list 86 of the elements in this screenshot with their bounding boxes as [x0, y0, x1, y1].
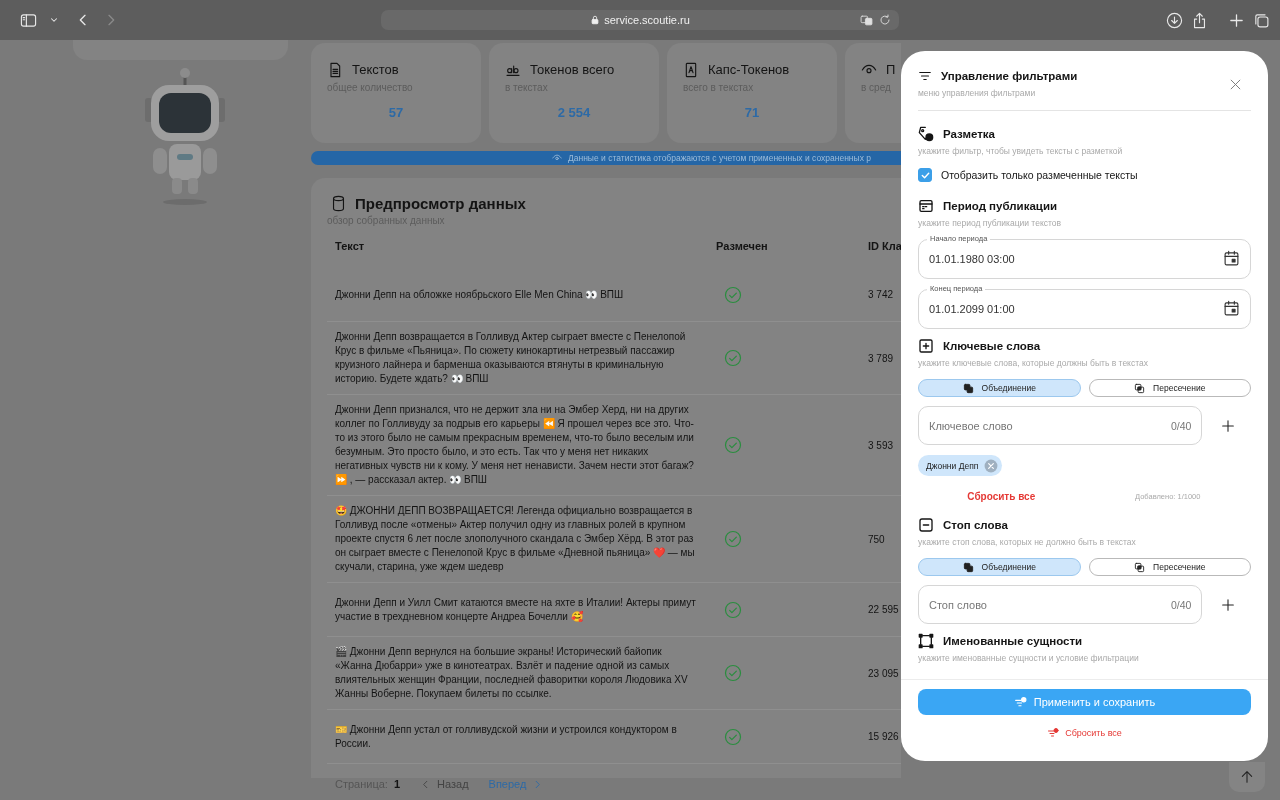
add-button[interactable] [1220, 417, 1236, 434]
url-text: service.scoutie.ru [604, 14, 690, 26]
banner-text: Данные и статистика отображаются с учетом примененных и сохраненных р [568, 153, 871, 163]
column-header: Размечен [715, 239, 769, 254]
table-cell: 23 095 [868, 667, 899, 679]
minus-square-icon [918, 517, 934, 533]
database-icon [330, 194, 347, 212]
checkbox-label: Отобразить только размеченные тексты [941, 169, 1138, 181]
section-subtitle: укажите именованные сущности и условие фильтрации [918, 653, 1140, 664]
reset-all-button[interactable]: Сбросить все [1047, 727, 1122, 739]
table-cell-text: Джонни Депп на обложке ноябрьского Elle Men China 👀 ВПШ [334, 287, 625, 302]
translate-icon[interactable] [860, 13, 873, 27]
table-cell-text: 🎬 Джонни Депп вернулся на большие экраны! Исторический байопик «Жанна Дюбарри» уже в кинотеатрах. Взлёт и падение одной из самых влиятельных женщин Франции, последней фаворитки короля Людовика XV Жанны Воберне. Покупаем билеты по ссылке. [334, 645, 689, 701]
stat-value: 71 [743, 105, 761, 120]
table-cell-text: 🤩 ДЖОННИ ДЕПП ВОЗВРАЩАЕТСЯ! Легенда официально возвращается в Голливуд после «отмены» Актер получил одну из главных ролей в крупном проекте спустя 6 лет после злополучного скандала с Эмбер Хёрд. В этот раз он сыграет вместе с Пенелопой Крус в фильме «Дневной пьяница» ❤ — мы скучали, старина, уже ждем шедевр [334, 504, 696, 574]
table-cell: 3 742 [868, 289, 894, 300]
character-counter: 0/40 [1171, 599, 1192, 611]
plus-icon [1220, 417, 1236, 434]
table-cell: 3 789 [868, 352, 894, 364]
stat-title: П [886, 62, 896, 78]
plus-icon[interactable] [1228, 11, 1245, 29]
section-title: Разметка [943, 128, 996, 140]
table-cell: 750 [868, 533, 885, 545]
mode-toggle[interactable]: Пересечение [1088, 379, 1251, 397]
download-icon[interactable] [1166, 11, 1183, 29]
intersecting-squares-icon [1134, 382, 1146, 394]
table-cell-text: Джонни Депп и Уилл Смит катаются вместе на яхте в Италии! Актеры примут участие в трехдневном концерте Андреа Бочелли 🥰 [334, 595, 697, 624]
selection-square-icon [918, 633, 934, 649]
table-cell-text: 🎫 Джонни Депп устал от голливудской жизни и устроился кондуктором в России. [334, 722, 678, 751]
page-number: 1 [393, 778, 401, 790]
add-button[interactable] [1220, 596, 1236, 613]
stat-value: 2 554 [556, 105, 592, 120]
section-title: Именованные сущности [943, 635, 1083, 647]
section-subtitle: укажите ключевые слова, которые должны быть в текстах [918, 358, 1149, 369]
section-subtitle: укажите фильтр, чтобы увидеть тексты с разметкой [918, 146, 1124, 157]
lock-icon [590, 15, 601, 25]
mode-toggle[interactable]: Объединение [918, 379, 1081, 397]
eye-icon [552, 153, 562, 163]
checkbox[interactable] [918, 168, 932, 182]
arrow-up-icon [1239, 769, 1255, 785]
mode-toggle[interactable]: Объединение [918, 558, 1081, 576]
scroll-top-button[interactable] [1229, 762, 1265, 792]
section-subtitle: укажите стоп слова, которых не должно быть в текстах [918, 537, 1137, 548]
section-title: Период публикации [943, 200, 1058, 212]
address-bar[interactable]: service.scoutie.ru [381, 10, 899, 30]
calendar-icon[interactable] [1223, 250, 1240, 267]
reload-icon[interactable] [879, 13, 891, 26]
calendar-icon[interactable] [1223, 300, 1240, 317]
tabs-icon[interactable] [1253, 11, 1270, 29]
letter-card-icon [683, 62, 699, 78]
keyword-chip[interactable]: Джонни Депп [918, 455, 1003, 476]
character-counter: 0/40 [1171, 420, 1192, 432]
section-title: Стоп слова [943, 519, 1008, 531]
mode-toggle[interactable]: Пересечение [1088, 558, 1251, 576]
table-cell: 3 593 [868, 439, 894, 451]
stat-title: Токенов всего [530, 62, 615, 78]
overlapping-squares-icon [962, 561, 974, 573]
document-icon [327, 62, 343, 78]
table-cell: 22 595 [868, 604, 899, 615]
tag-icon [918, 126, 934, 142]
sidebar-icon [20, 11, 37, 29]
filter-icon [1047, 727, 1060, 739]
remove-icon[interactable] [984, 458, 999, 473]
section-subtitle: укажите период публикации текстов [918, 218, 1062, 229]
caret-icon [49, 15, 59, 25]
stat-value: 57 [387, 105, 405, 120]
calendar-icon [918, 198, 934, 214]
stat-title: Текстов [352, 62, 399, 78]
plus-square-icon [918, 338, 934, 354]
section-title: Ключевые слова [943, 340, 1041, 352]
overlapping-squares-icon [962, 382, 974, 394]
filter-icon [1013, 695, 1027, 709]
table-cell: 15 926 [868, 731, 899, 742]
share-icon[interactable] [1191, 11, 1208, 29]
intersecting-squares-icon [1134, 561, 1146, 573]
reset-link[interactable]: Сбросить все [967, 490, 1036, 502]
panel-title: Управление фильтрами [941, 70, 1078, 82]
card-title: Предпросмотр данных [355, 194, 526, 212]
underlined-letters-icon [505, 62, 521, 78]
column-header: Текст [334, 239, 366, 254]
stat-title: Капс-Токенов [708, 62, 790, 78]
panel-subtitle: меню управления фильтрами [918, 88, 1037, 99]
table-cell-text: Джонни Депп признался, что не держит зла ни на Эмбер Херд, ни на других коллег по Голливуду за подрыв его карьеры ⏪ Я прошел через все это. Что-то из этого было не самым прекрасным временем, что-то было веселым или безумным. Это просто было, и это есть. Так что у меня нет никаких негативных чувств ни к кому. У меня нет ненависти. Зачем нести этот багаж? ⏩ , — рассказал актер. 👀 ВПШ [334, 403, 695, 487]
filter-icon [918, 69, 932, 83]
plus-icon [1220, 596, 1236, 613]
table-cell-text: Джонни Депп возвращается в Голливуд Актер сыграет вместе с Пенелопой Крус в фильме «Пьяница». По сюжету кинокартины нетрезвый пассажир круизного лайнера и барменша оказываются втянуты в криминальную историю. Будете ждать? 👀 ВПШ [334, 330, 687, 386]
